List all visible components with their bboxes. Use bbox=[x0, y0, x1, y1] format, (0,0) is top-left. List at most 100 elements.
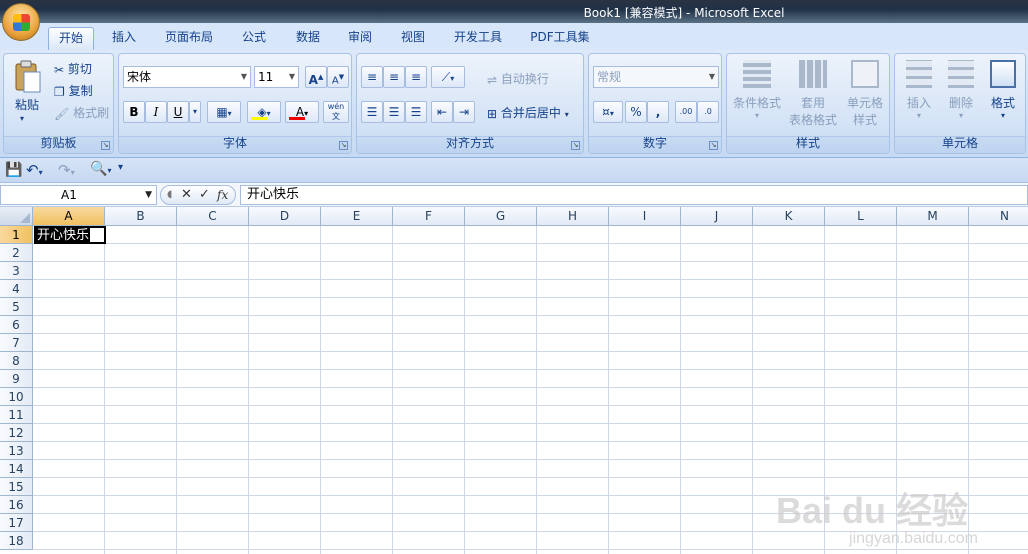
align-right-icon[interactable]: ☰ bbox=[405, 101, 427, 123]
phonetic-button[interactable]: wén 文 bbox=[323, 101, 349, 123]
grow-font-button[interactable]: A▲ bbox=[305, 66, 327, 88]
column-header[interactable]: C bbox=[177, 207, 249, 226]
number-launcher-icon[interactable]: ↘ bbox=[709, 141, 718, 150]
percent-button[interactable]: % bbox=[625, 101, 647, 123]
worksheet-grid[interactable]: ABCDEFGHIJKLMN 1 2 3 4 5 6 7 8 9 10 11 12 13 14 15 16 17… bbox=[0, 207, 1028, 554]
row-header[interactable]: 6 bbox=[0, 316, 33, 334]
clipboard-launcher-icon[interactable]: ↘ bbox=[101, 141, 110, 150]
row-header[interactable]: 8 bbox=[0, 352, 33, 370]
column-header[interactable]: L bbox=[825, 207, 897, 226]
row-header[interactable]: 14 bbox=[0, 460, 33, 478]
underline-dropdown-icon[interactable]: ▾ bbox=[189, 101, 201, 123]
cut-button[interactable]: ✂ 剪切 bbox=[54, 60, 92, 77]
office-button[interactable] bbox=[2, 3, 40, 41]
column-header[interactable]: G bbox=[465, 207, 537, 226]
insert-cells-button[interactable]: 插入 ▾ bbox=[899, 60, 939, 120]
select-all-button[interactable] bbox=[0, 207, 33, 226]
conditional-format-button[interactable]: 条件格式 ▾ bbox=[731, 60, 783, 120]
border-button[interactable]: ▦▾ bbox=[207, 101, 241, 123]
tab-page-layout[interactable]: 页面布局 bbox=[158, 27, 220, 50]
wrap-text-button[interactable]: ⇌ 自动换行 bbox=[487, 70, 549, 87]
undo-icon[interactable]: ↶▾ bbox=[26, 161, 43, 179]
tab-view[interactable]: 视图 bbox=[391, 27, 435, 50]
decrease-indent-icon[interactable]: ⇤ bbox=[431, 101, 453, 123]
row-header[interactable]: 15 bbox=[0, 478, 33, 496]
shrink-font-button[interactable]: A▼ bbox=[327, 66, 349, 88]
row-header[interactable]: 17 bbox=[0, 514, 33, 532]
column-header[interactable]: N bbox=[969, 207, 1028, 226]
column-header[interactable]: I bbox=[609, 207, 681, 226]
bold-button[interactable]: B bbox=[123, 101, 145, 123]
font-size-select[interactable]: 11 ▼ bbox=[254, 66, 299, 88]
row-header[interactable]: 12 bbox=[0, 424, 33, 442]
row-header[interactable]: 7 bbox=[0, 334, 33, 352]
format-painter-button[interactable]: 🖌 格式刷 bbox=[54, 104, 109, 121]
formula-input[interactable]: 开心快乐 bbox=[240, 185, 1028, 205]
font-launcher-icon[interactable]: ↘ bbox=[339, 141, 348, 150]
expand-icon[interactable]: ◖ bbox=[167, 189, 172, 200]
tab-developer[interactable]: 开发工具 bbox=[446, 27, 510, 50]
merge-center-button[interactable]: ⊞ 合并后居中 ▾ bbox=[487, 104, 569, 121]
delete-cells-button[interactable]: 删除 ▾ bbox=[941, 60, 981, 120]
decrease-decimal-icon[interactable]: .0 bbox=[697, 101, 719, 123]
cancel-icon[interactable]: ✕ bbox=[181, 187, 192, 202]
currency-icon[interactable]: ¤▾ bbox=[593, 101, 623, 123]
paste-icon[interactable] bbox=[12, 60, 42, 100]
column-header[interactable]: A bbox=[33, 207, 105, 226]
font-color-button[interactable]: A▾ bbox=[285, 101, 319, 123]
tab-data[interactable]: 数据 bbox=[286, 27, 330, 50]
print-preview-icon[interactable]: 🔍▾ bbox=[90, 161, 111, 177]
row-header[interactable]: 18 bbox=[0, 532, 33, 550]
alignment-launcher-icon[interactable]: ↘ bbox=[571, 141, 580, 150]
customize-qat-icon[interactable]: ▾ bbox=[118, 162, 123, 173]
align-bottom-icon[interactable]: ≡ bbox=[405, 66, 427, 88]
row-header[interactable]: 5 bbox=[0, 298, 33, 316]
row-header[interactable]: 3 bbox=[0, 262, 33, 280]
row-header[interactable]: 13 bbox=[0, 442, 33, 460]
enter-icon[interactable]: ✓ bbox=[199, 187, 210, 202]
paste-button[interactable]: 粘贴 bbox=[15, 96, 39, 113]
align-top-icon[interactable]: ≡ bbox=[361, 66, 383, 88]
column-header[interactable]: D bbox=[249, 207, 321, 226]
comma-button[interactable]: , bbox=[647, 101, 669, 123]
column-header[interactable]: F bbox=[393, 207, 465, 226]
align-center-icon[interactable]: ☰ bbox=[383, 101, 405, 123]
row-header[interactable]: 2 bbox=[0, 244, 33, 262]
paste-dropdown-icon[interactable]: ▾ bbox=[20, 114, 24, 123]
italic-button[interactable]: I bbox=[145, 101, 167, 123]
column-header[interactable]: M bbox=[897, 207, 969, 226]
tab-insert[interactable]: 插入 bbox=[102, 27, 146, 50]
font-name-select[interactable]: 宋体 ▼ bbox=[123, 66, 251, 88]
column-header[interactable]: J bbox=[681, 207, 753, 226]
orientation-button[interactable]: ⟋▾ bbox=[431, 66, 465, 88]
increase-decimal-icon[interactable]: .00 bbox=[675, 101, 697, 123]
number-format-select[interactable]: 常规 ▼ bbox=[593, 66, 719, 88]
fill-color-button[interactable]: ◈▾ bbox=[247, 101, 281, 123]
increase-indent-icon[interactable]: ⇥ bbox=[453, 101, 475, 123]
tab-home[interactable]: 开始 bbox=[48, 27, 94, 50]
align-left-icon[interactable]: ☰ bbox=[361, 101, 383, 123]
underline-button[interactable]: U bbox=[167, 101, 189, 123]
row-header[interactable]: 4 bbox=[0, 280, 33, 298]
redo-icon[interactable]: ↷▾ bbox=[58, 161, 75, 179]
cell-styles-button[interactable]: 单元格 样式 bbox=[841, 60, 889, 128]
align-middle-icon[interactable]: ≡ bbox=[383, 66, 405, 88]
column-header[interactable]: E bbox=[321, 207, 393, 226]
cell-a1[interactable]: 开心快乐 bbox=[34, 226, 106, 244]
row-header[interactable]: 10 bbox=[0, 388, 33, 406]
row-header[interactable]: 1 bbox=[0, 226, 33, 244]
column-header[interactable]: B bbox=[105, 207, 177, 226]
format-cells-button[interactable]: 格式 ▾ bbox=[983, 60, 1023, 120]
tab-review[interactable]: 审阅 bbox=[338, 27, 382, 50]
copy-button[interactable]: ❐ 复制 bbox=[54, 82, 93, 99]
tab-formulas[interactable]: 公式 bbox=[232, 27, 276, 50]
function-icon[interactable]: fx bbox=[217, 188, 228, 202]
row-header[interactable]: 9 bbox=[0, 370, 33, 388]
row-header[interactable]: 16 bbox=[0, 496, 33, 514]
name-box[interactable]: A1 ▼ bbox=[0, 185, 157, 205]
column-header[interactable]: K bbox=[753, 207, 825, 226]
column-header[interactable]: H bbox=[537, 207, 609, 226]
save-icon[interactable]: 💾 bbox=[5, 162, 22, 178]
format-as-table-button[interactable]: 套用 表格格式 bbox=[787, 60, 839, 128]
tab-pdf-tools[interactable]: PDF工具集 bbox=[522, 27, 598, 50]
